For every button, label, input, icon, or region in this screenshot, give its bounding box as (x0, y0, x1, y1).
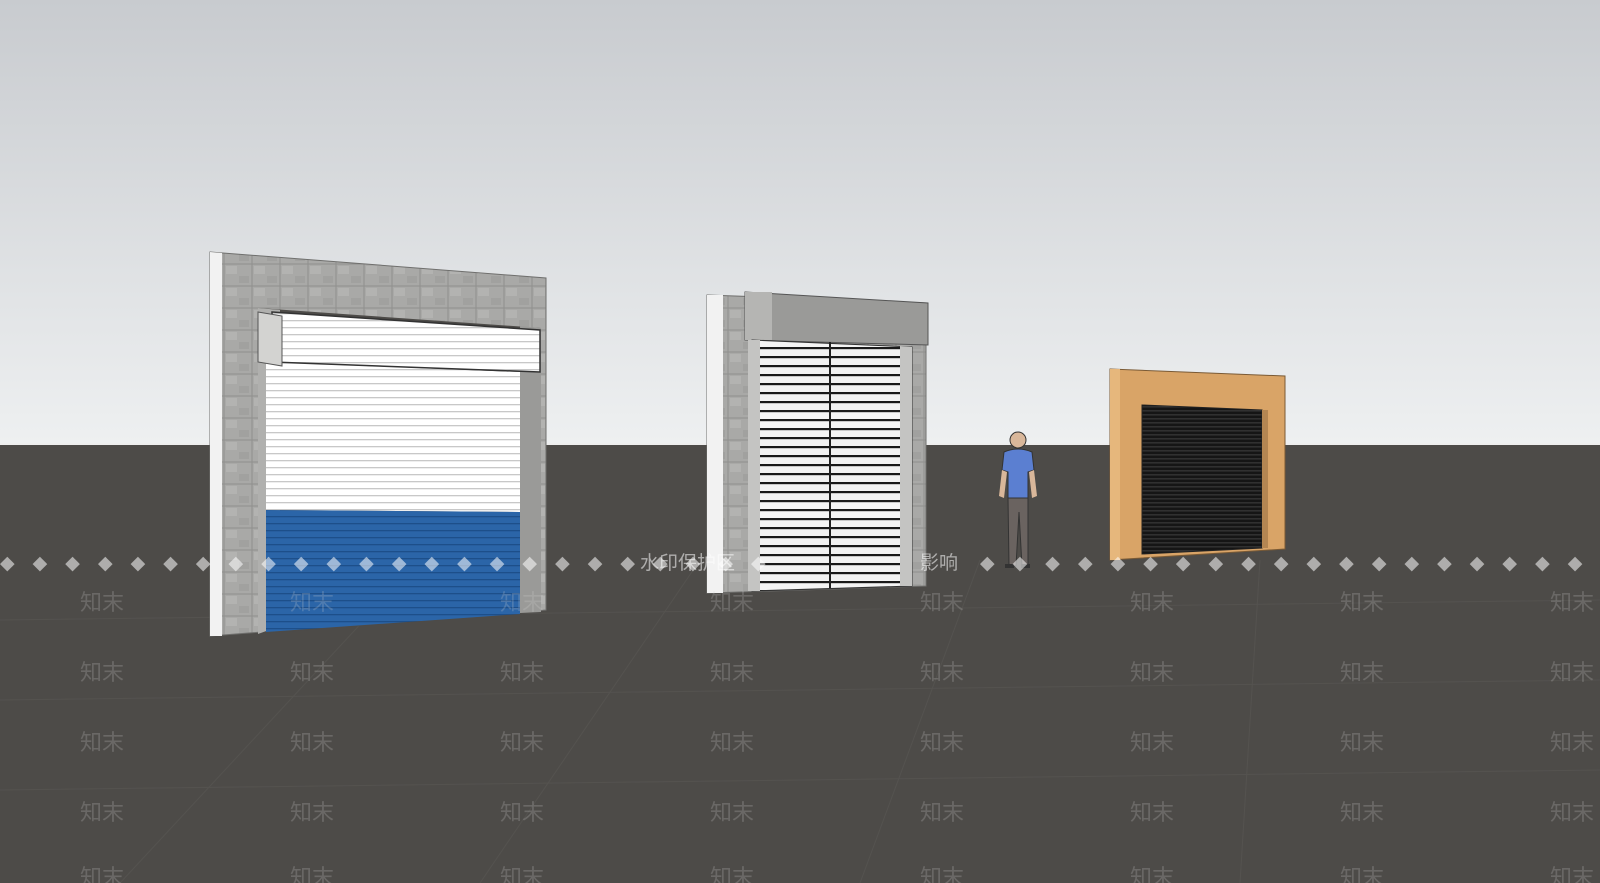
watermark-tile: 知末 (920, 866, 965, 883)
watermark-tile: 知末 (290, 591, 335, 616)
watermark-tile: 知末 (1130, 866, 1175, 883)
watermark-tile: 知末 (500, 591, 545, 616)
watermark-tile: 知末 (1130, 661, 1175, 686)
watermark-tile: 知末 (500, 731, 545, 756)
watermark-band: ◆ ◆ ◆ ◆ ◆ ◆ ◆ ◆ ◆ ◆ ◆ ◆ ◆ ◆ ◆ ◆ ◆ ◆ ◆ ◆ … (0, 552, 1600, 574)
rollup-door-blue-block-wall (209, 251, 547, 637)
watermark-tile: 知末 (710, 591, 755, 616)
watermark-tile: 知末 (500, 866, 545, 883)
watermark-tile: 知末 (1340, 731, 1385, 756)
watermark-tile: 知末 (1340, 661, 1385, 686)
watermark-tile: 知末 (80, 866, 125, 883)
rollup-door-black-wood-frame (1109, 368, 1286, 561)
watermark-tile: 知末 (500, 661, 545, 686)
watermark-tile: 知末 (920, 801, 965, 826)
rollup-grille-shutter (706, 291, 929, 594)
watermark-tile: 知末 (1340, 866, 1385, 883)
watermark-tile: 知末 (710, 801, 755, 826)
watermark-tile: 知末 (80, 661, 125, 686)
watermark-tile: 知末 (1550, 661, 1595, 686)
watermark-tile: 知末 (80, 801, 125, 826)
watermark-tile: 知末 (290, 661, 335, 686)
watermark-tile: 知末 (290, 801, 335, 826)
watermark-band-text-tail: 影响 (920, 552, 959, 574)
watermark-tile: 知末 (80, 731, 125, 756)
watermark-tile: 知末 (1340, 801, 1385, 826)
watermark-tile: 知末 (1130, 591, 1175, 616)
watermark-tile: 知末 (500, 801, 545, 826)
watermark-tile: 知末 (710, 731, 755, 756)
watermark-tile: 知末 (920, 591, 965, 616)
watermark-tile: 知末 (290, 731, 335, 756)
watermark-tile: 知末 (1550, 801, 1595, 826)
watermark-tile: 知末 (920, 731, 965, 756)
watermark-tile: 知末 (1550, 591, 1595, 616)
watermark-tile: 知末 (80, 591, 125, 616)
watermark-tile: 知末 (290, 866, 335, 883)
watermark-tile: 知末 (1130, 731, 1175, 756)
watermark-tile: 知末 (920, 661, 965, 686)
watermark-tile: 知末 (710, 866, 755, 883)
watermark-tile: 知末 (710, 661, 755, 686)
watermark-tile: 知末 (1550, 731, 1595, 756)
watermark-band-text: 水印保护区 (640, 552, 736, 574)
watermark-tile: 知末 (1550, 866, 1595, 883)
watermark-tile: 知末 (1130, 801, 1175, 826)
sketchup-scene-viewport: ◆ ◆ ◆ ◆ ◆ ◆ ◆ ◆ ◆ ◆ ◆ ◆ ◆ ◆ ◆ ◆ ◆ ◆ ◆ ◆ … (0, 0, 1600, 883)
watermark-tile: 知末 (1340, 591, 1385, 616)
